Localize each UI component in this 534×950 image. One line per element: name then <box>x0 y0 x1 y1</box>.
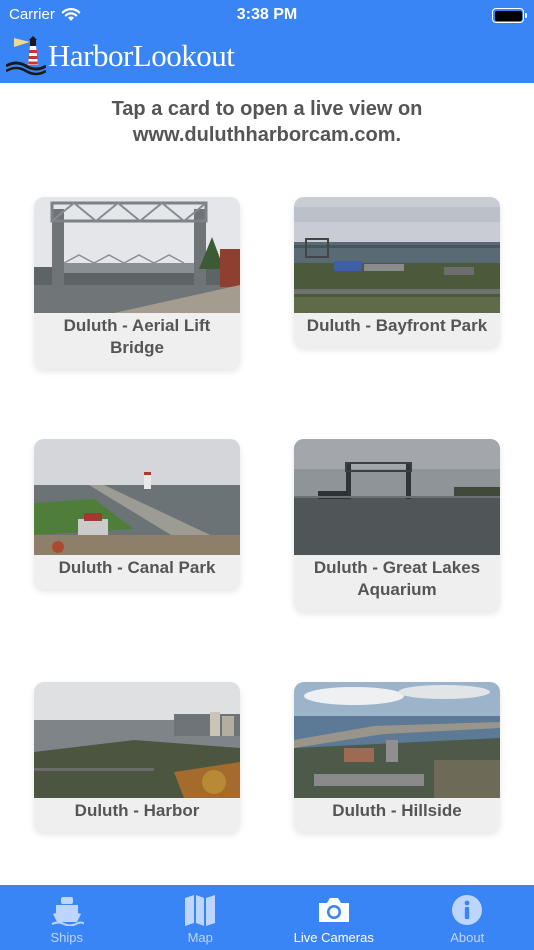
tab-bar: Ships Map Live Cameras About <box>0 885 534 950</box>
map-icon <box>183 893 217 927</box>
camera-card-hillside[interactable]: Duluth - Hillside <box>294 682 500 832</box>
intro-line-2: www.duluthharborcam.com. <box>132 124 402 146</box>
camera-card-bayfront-park[interactable]: Duluth - Bayfront Park <box>294 197 500 347</box>
camera-thumbnail-bayfront-park <box>294 197 500 313</box>
camera-label: Duluth - Bayfront Park <box>306 316 488 335</box>
camera-label: Duluth - Harbor <box>74 801 200 820</box>
camera-card-aerial-lift-bridge[interactable]: Duluth - Aerial Lift Bridge <box>34 197 240 369</box>
camera-label: Duluth - Hillside <box>332 801 462 820</box>
tab-label: Live Cameras <box>293 930 374 945</box>
camera-label: Duluth - Great Lakes Aquarium <box>313 558 481 599</box>
camera-thumbnail-hillside <box>294 682 500 798</box>
tab-live-cameras[interactable]: Live Cameras <box>267 885 401 950</box>
camera-card-canal-park[interactable]: Duluth - Canal Park <box>34 439 240 589</box>
camera-thumbnail-aerial-lift-bridge <box>34 197 240 313</box>
camera-thumbnail-great-lakes-aquarium <box>294 439 500 555</box>
camera-thumbnail-harbor <box>34 682 240 798</box>
clock: 3:38 PM <box>236 6 298 23</box>
tab-ships[interactable]: Ships <box>0 885 134 950</box>
camera-label: Duluth - Canal Park <box>58 558 216 577</box>
app-logo: HarborLookout <box>6 36 235 76</box>
app-header: Carrier 3:38 PM HarborLookout <box>0 0 534 83</box>
tab-label: Ships <box>50 930 84 945</box>
intro-line-1: Tap a card to open a live view on <box>111 98 423 120</box>
tab-label: About <box>450 930 485 945</box>
tab-label: Map <box>187 930 213 945</box>
camera-label: Duluth - Aerial Lift Bridge <box>63 316 211 357</box>
lighthouse-icon <box>6 36 46 76</box>
status-bar: Carrier 3:38 PM <box>0 4 534 26</box>
camera-icon <box>316 893 352 927</box>
camera-card-great-lakes-aquarium[interactable]: Duluth - Great Lakes Aquarium <box>294 439 500 611</box>
tab-about[interactable]: About <box>401 885 534 950</box>
intro-text: Tap a card to open a live view on www.du… <box>0 96 534 148</box>
app-title: HarborLookout <box>48 38 235 73</box>
info-icon <box>451 893 483 927</box>
ship-icon <box>50 893 84 927</box>
battery-icon <box>492 8 527 23</box>
camera-card-harbor[interactable]: Duluth - Harbor <box>34 682 240 832</box>
camera-thumbnail-canal-park <box>34 439 240 555</box>
tab-map[interactable]: Map <box>134 885 268 950</box>
